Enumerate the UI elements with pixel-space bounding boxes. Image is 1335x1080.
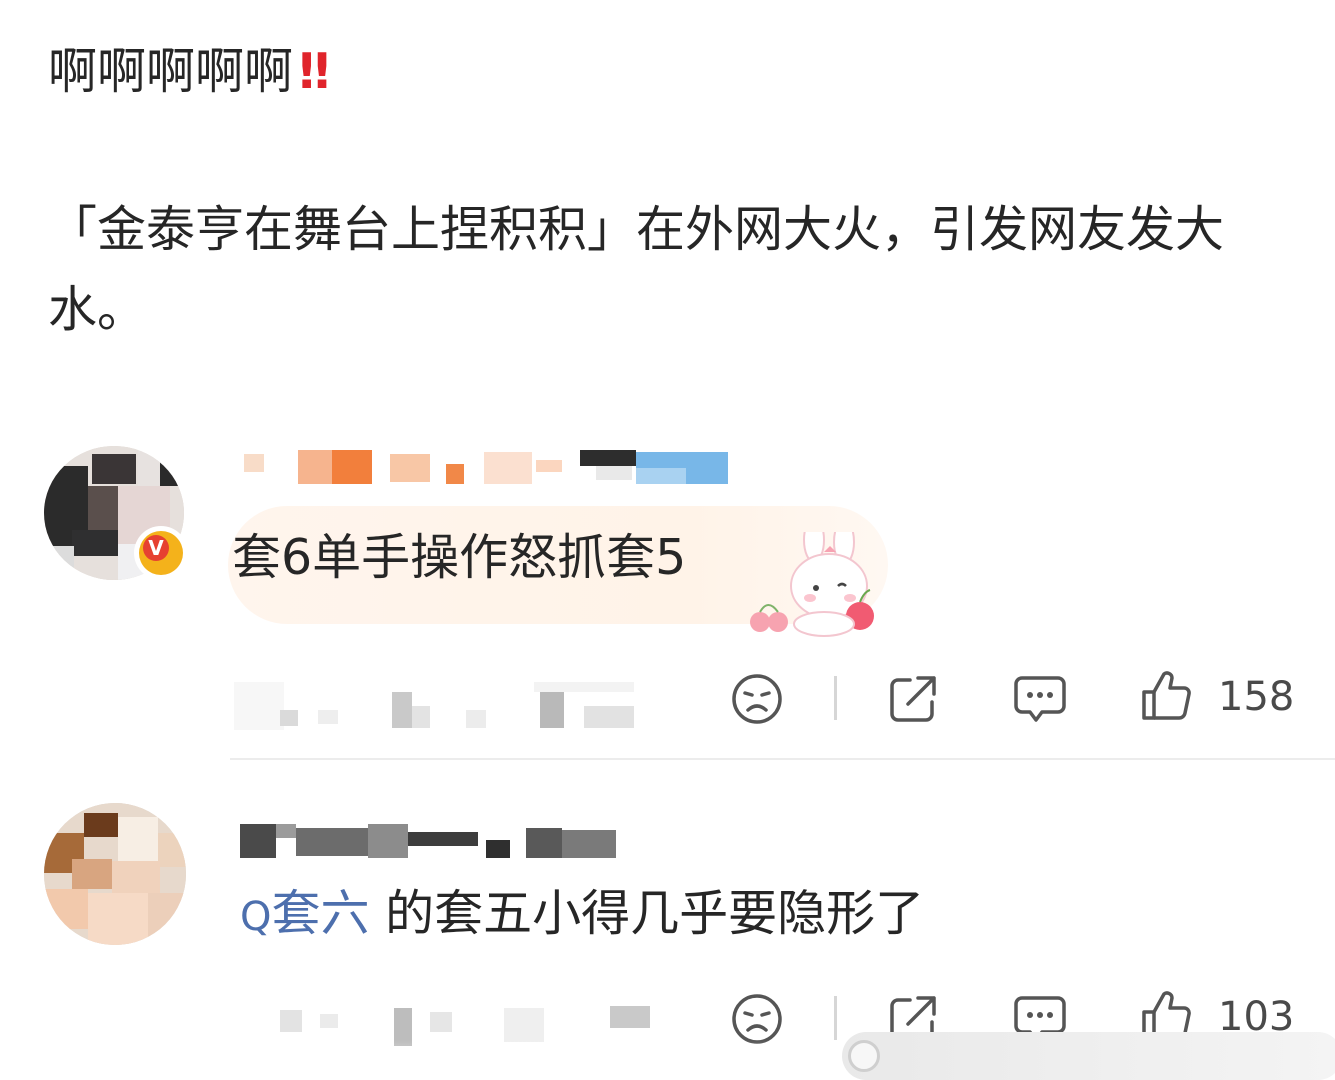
comment-meta-redacted: [234, 680, 644, 730]
comment-icon[interactable]: [1012, 674, 1068, 726]
post-title: 啊啊啊啊啊 ‼: [48, 40, 330, 104]
commenter-avatar[interactable]: [44, 803, 186, 945]
action-divider: [834, 996, 837, 1040]
like-icon[interactable]: [1138, 668, 1194, 724]
post-body: 「金泰亨在舞台上捏积积」在外网大火，引发网友发大水。: [48, 201, 1225, 338]
double-exclamation-icon: ‼: [299, 43, 330, 100]
comment-text: Q套六 的套五小得几乎要隐形了: [240, 882, 924, 949]
topic-search-icon: Q: [240, 894, 272, 940]
dislike-icon[interactable]: [730, 992, 784, 1046]
comment-text: 套6单手操作怒抓套5: [232, 529, 687, 586]
like-count: 158: [1218, 674, 1295, 720]
watermark-pill: [842, 1032, 1335, 1080]
watermark-logo-icon: [848, 1040, 880, 1072]
topic-link[interactable]: 套六: [271, 885, 369, 942]
bunny-sticker-icon: [750, 532, 874, 637]
commenter-name-redacted[interactable]: [240, 822, 620, 862]
post-title-text: 啊啊啊啊啊: [48, 43, 294, 100]
dislike-icon[interactable]: [730, 672, 784, 726]
commenter-name-redacted[interactable]: [240, 448, 730, 488]
action-divider: [834, 676, 837, 720]
comment-divider: [230, 758, 1335, 760]
comment-text-body: 的套五小得几乎要隐形了: [369, 885, 925, 942]
share-icon[interactable]: [886, 672, 942, 726]
verified-badge-icon: V: [134, 526, 188, 580]
